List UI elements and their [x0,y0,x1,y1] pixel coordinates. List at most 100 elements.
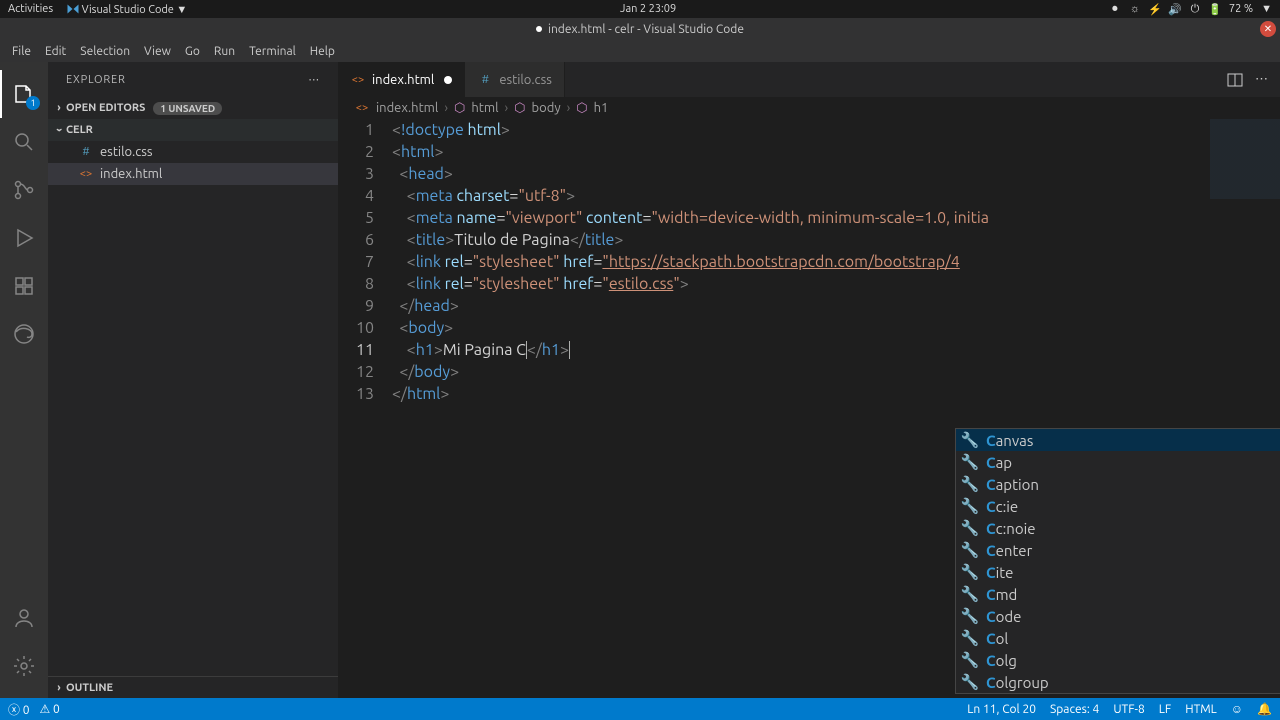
open-editors-label: OPEN EDITORS [66,102,145,114]
activity-explorer[interactable]: 1 [0,70,48,118]
activity-extensions[interactable] [0,262,48,310]
status-language[interactable]: HTML [1185,703,1217,716]
section-open-editors[interactable]: › OPEN EDITORS 1 UNSAVED [48,97,338,119]
activity-source-control[interactable] [0,166,48,214]
suggest-item[interactable]: 🔧 Canvas Emmet Abbreviation [956,429,1280,451]
editor-tabs: <> index.html # estilo.css ⋯ [338,62,1280,97]
app-menu[interactable]: Visual Studio Code ▼ [67,3,187,16]
tab-label: index.html [372,73,434,87]
window-title: index.html - celr - Visual Studio Code [548,23,744,36]
unsaved-badge: 1 UNSAVED [153,102,222,115]
wrench-icon: 🔧 [962,563,978,581]
section-project[interactable]: › CELR [48,119,338,141]
menu-help[interactable]: Help [304,43,341,60]
css-file-icon: # [78,144,94,160]
window-close-button[interactable]: ✕ [1260,21,1276,37]
symbol-icon: ⬡ [576,101,587,116]
suggest-widget[interactable]: 🔧 Canvas Emmet Abbreviation 🔧Cap 🔧Captio… [955,428,1280,694]
menu-edit[interactable]: Edit [39,43,72,60]
more-actions-icon[interactable]: ⋯ [1255,72,1268,87]
suggest-item[interactable]: 🔧Col [956,627,1280,649]
activity-accounts[interactable] [0,594,48,642]
section-outline[interactable]: › OUTLINE [48,676,338,698]
wrench-icon: 🔧 [962,651,978,669]
activity-settings[interactable] [0,642,48,690]
editor-area: <> index.html # estilo.css ⋯ <> index.ht… [338,62,1280,698]
suggest-item[interactable]: 🔧Colg [956,649,1280,671]
more-icon[interactable]: ⋯ [308,73,320,86]
activity-search[interactable] [0,118,48,166]
chevron-right-icon: › [505,101,509,115]
breadcrumb[interactable]: <> index.html › ⬡ html › ⬡ body › ⬡ h1 [338,97,1280,119]
file-label: estilo.css [100,145,153,159]
tab-estilo-css[interactable]: # estilo.css [465,62,565,97]
chevron-down-icon: › [53,123,65,137]
wrench-icon: 🔧 [962,475,978,493]
line-gutter: 12345678910111213 [338,119,392,698]
suggest-item[interactable]: 🔧Caption [956,473,1280,495]
status-errors[interactable]: ⓧ 0 [8,701,30,718]
wrench-icon: 🔧 [962,585,978,603]
menu-file[interactable]: File [6,43,37,60]
clock[interactable]: Jan 2 23:09 [187,3,1109,15]
chevron-right-icon: › [567,101,571,115]
menu-view[interactable]: View [138,43,177,60]
menu-terminal[interactable]: Terminal [243,43,302,60]
breadcrumb-item[interactable]: body [532,101,561,115]
suggest-item[interactable]: 🔧Cite [956,561,1280,583]
status-ln-col[interactable]: Ln 11, Col 20 [967,703,1036,716]
battery-icon: 🔋 [1209,3,1221,15]
suggest-item[interactable]: 🔧Cmd [956,583,1280,605]
chevron-right-icon: › [444,101,448,115]
power-icon: ⏻ [1189,3,1201,15]
suggest-item[interactable]: 🔧Center [956,539,1280,561]
window-titlebar: index.html - celr - Visual Studio Code ✕ [0,18,1280,40]
statusbar: ⓧ 0 ⚠ 0 Ln 11, Col 20 Spaces: 4 UTF-8 LF… [0,698,1280,720]
activities-button[interactable]: Activities [8,3,53,15]
menu-go[interactable]: Go [179,43,206,60]
file-index-html[interactable]: <> index.html [48,163,338,185]
gnome-top-bar: Activities Visual Studio Code ▼ Jan 2 23… [0,0,1280,18]
tab-index-html[interactable]: <> index.html [338,62,465,97]
caret-down-icon: ▼ [1261,3,1272,15]
breadcrumb-item[interactable]: h1 [594,101,609,115]
system-tray[interactable]: ⏺ ☼ ⚡ 🔊 ⏻ 🔋 72 % ▼ [1109,3,1272,15]
chevron-right-icon: › [52,682,66,694]
status-feedback-icon[interactable]: ☺ [1231,702,1243,716]
wrench-icon: 🔧 [962,453,978,471]
html-file-icon: <> [78,166,94,182]
menu-selection[interactable]: Selection [74,43,136,60]
css-file-icon: # [477,72,493,88]
activity-edge[interactable] [0,310,48,358]
status-encoding[interactable]: UTF-8 [1113,703,1144,716]
suggest-item[interactable]: 🔧Cap [956,451,1280,473]
minimap[interactable] [1210,119,1280,319]
suggest-item[interactable]: 🔧Cc:ie [956,495,1280,517]
volume-icon: 🔊 [1169,3,1181,15]
status-spaces[interactable]: Spaces: 4 [1050,703,1099,716]
explorer-badge: 1 [26,96,40,110]
suggest-item[interactable]: 🔧Code [956,605,1280,627]
menu-run[interactable]: Run [208,43,241,60]
file-estilo-css[interactable]: # estilo.css [48,141,338,163]
outline-label: OUTLINE [66,682,113,694]
activity-bar: 1 [0,62,48,698]
status-eol[interactable]: LF [1159,703,1171,716]
sidebar-explorer: EXPLORER ⋯ › OPEN EDITORS 1 UNSAVED › CE… [48,62,338,698]
suggest-item[interactable]: 🔧Colgroup [956,671,1280,693]
status-bell-icon[interactable]: 🔔 [1257,702,1272,716]
split-editor-icon[interactable] [1227,72,1243,88]
breadcrumb-item[interactable]: index.html [376,101,438,115]
file-tree: # estilo.css <> index.html [48,141,338,676]
status-warnings[interactable]: ⚠ 0 [40,702,60,716]
wrench-icon: 🔧 [962,431,978,449]
sidebar-title-label: EXPLORER [66,74,126,86]
menubar: File Edit Selection View Go Run Terminal… [0,40,1280,62]
html-file-icon: <> [350,72,366,88]
activity-run-debug[interactable] [0,214,48,262]
breadcrumb-item[interactable]: html [471,101,498,115]
screen-record-icon: ⏺ [1109,3,1121,15]
vscode-window: index.html - celr - Visual Studio Code ✕… [0,18,1280,720]
suggest-item[interactable]: 🔧Cc:noie [956,517,1280,539]
modified-dot-icon [444,76,452,84]
